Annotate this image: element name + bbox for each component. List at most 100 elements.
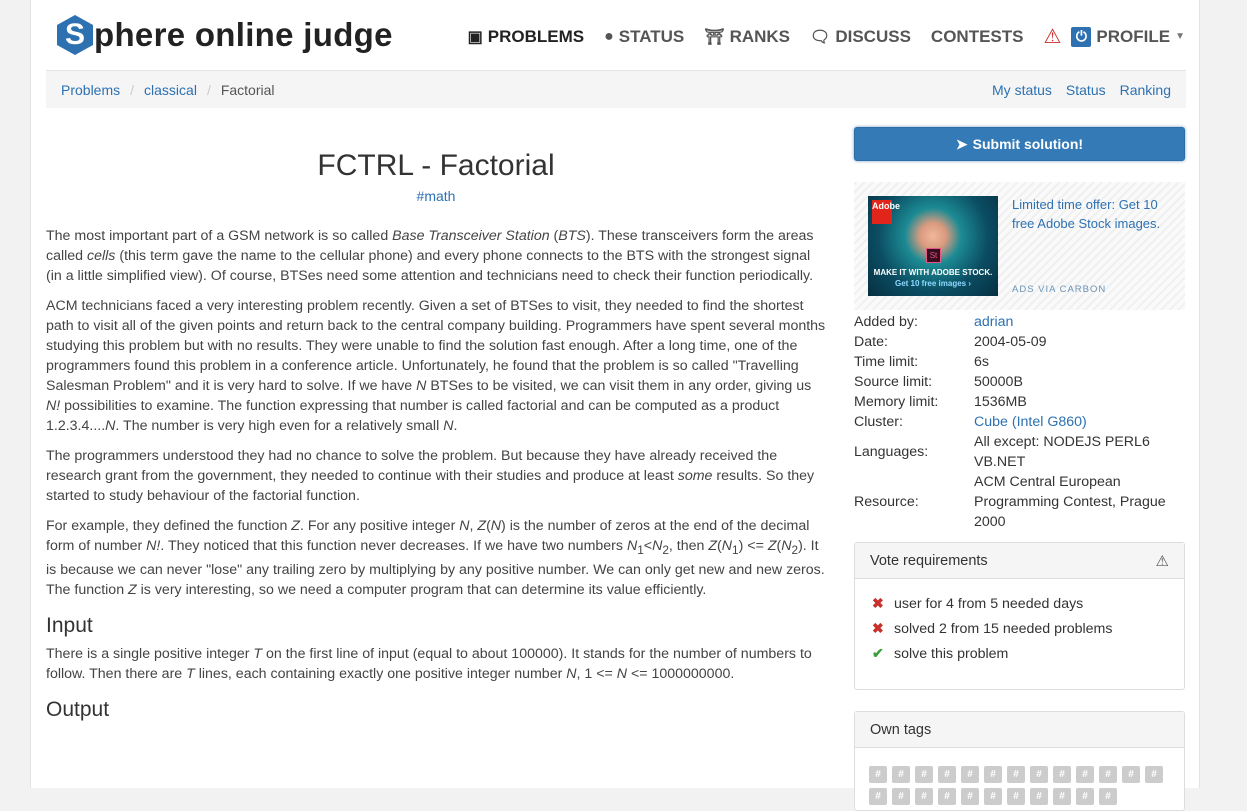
breadcrumb-problems[interactable]: Problems xyxy=(61,82,120,98)
tag-chip[interactable]: # xyxy=(1053,766,1071,783)
nav-profile[interactable]: ⏻ PROFILE ▼ xyxy=(1071,26,1185,47)
ad-banner-line1: MAKE IT WITH ADOBE STOCK. xyxy=(873,268,993,277)
tag-chip[interactable]: # xyxy=(984,788,1002,805)
paper-plane-icon: ➤ xyxy=(955,135,968,152)
tag-chip[interactable]: # xyxy=(1030,766,1048,783)
ad-image[interactable]: Adobe St MAKE IT WITH ADOBE STOCK. Get 1… xyxy=(868,196,998,296)
tag-chip[interactable]: # xyxy=(915,766,933,783)
breadcrumb-current: Factorial xyxy=(220,81,275,98)
tag-chip[interactable]: # xyxy=(1076,788,1094,805)
info-memory-limit: Memory limit: 1536MB xyxy=(854,394,1027,410)
ad-text-link[interactable]: Limited time offer: Get 10 free Adobe St… xyxy=(1012,195,1177,233)
own-tags-grid: # # # # # # # # # # # # # # # # # # # # xyxy=(855,748,1184,805)
info-source-limit: Source limit: 50000B xyxy=(854,374,1023,390)
nav-status[interactable]: ● STATUS xyxy=(604,27,684,47)
paragraph-3: The programmers understood they had no c… xyxy=(46,448,815,504)
tag-chip[interactable]: # xyxy=(1099,788,1117,805)
caret-down-icon: ▼ xyxy=(1175,31,1185,42)
vote-requirement: ✖ solved 2 from 15 needed problems xyxy=(872,620,1113,637)
ads-via-carbon-link[interactable]: ADS VIA CARBON xyxy=(1012,284,1106,295)
tag-chip[interactable]: # xyxy=(1122,766,1140,783)
tag-chip[interactable]: # xyxy=(869,788,887,805)
warning-icon[interactable]: ⚠ xyxy=(1043,24,1061,49)
submit-label: Submit solution! xyxy=(972,136,1084,152)
my-status-link[interactable]: My status xyxy=(992,82,1052,98)
circle-icon: ● xyxy=(604,27,614,45)
nav-discuss[interactable]: 🗨 DISCUSS xyxy=(810,27,911,47)
breadcrumb-links: My status Status Ranking xyxy=(978,82,1171,98)
vote-requirement: ✖ user for 4 from 5 needed days xyxy=(872,595,1084,612)
tag-chip[interactable]: # xyxy=(984,766,1002,783)
info-time-limit: Time limit: 6s xyxy=(854,354,989,370)
own-tags-header: Own tags xyxy=(855,712,1184,748)
info-added-by: Added by: adrian xyxy=(854,312,1014,332)
ad-brand-logo: Adobe xyxy=(872,200,900,224)
tag-chip[interactable]: # xyxy=(892,788,910,805)
tag-chip[interactable]: # xyxy=(1053,788,1071,805)
nav-ranks[interactable]: ⛩ RANKS xyxy=(704,27,790,47)
vote-requirements-header: Vote requirements ⚠ xyxy=(855,543,1184,579)
cross-icon: ✖ xyxy=(872,595,884,611)
breadcrumb-separator: / xyxy=(130,81,135,98)
check-icon: ✔ xyxy=(872,645,884,661)
sidebar: ➤ Submit solution! Adobe St MAKE IT WITH… xyxy=(854,127,1185,811)
tag-chip[interactable]: # xyxy=(1007,766,1025,783)
tag-chip[interactable]: # xyxy=(938,766,956,783)
paragraph-1: The most important part of a GSM network… xyxy=(46,228,814,284)
cluster-link[interactable]: Cube (Intel G860) xyxy=(974,412,1087,432)
tag-chip[interactable]: # xyxy=(1099,766,1117,783)
ad-stock-badge: St xyxy=(926,248,941,263)
tag-chip[interactable]: # xyxy=(961,788,979,805)
paragraph-2: ACM technicians faced a very interesting… xyxy=(46,298,826,434)
problem-title: FCTRL - Factorial xyxy=(317,149,555,182)
vote-requirements-list: ✖ user for 4 from 5 needed days ✖ solved… xyxy=(855,579,1184,678)
trophy-icon: ⛩ xyxy=(704,28,725,46)
problem-content: FCTRL - Factorial #math The most importa… xyxy=(46,108,826,728)
input-heading: Input xyxy=(46,613,93,637)
tag-chip[interactable]: # xyxy=(869,766,887,783)
chat-icon: 🗨 xyxy=(810,28,831,46)
nav-problems[interactable]: ▣ PROBLEMS xyxy=(468,27,584,47)
tag-chip[interactable]: # xyxy=(938,788,956,805)
nav-problems-label: PROBLEMS xyxy=(487,26,585,46)
tag-chip[interactable]: # xyxy=(1030,788,1048,805)
nav-contests-label: CONTESTS xyxy=(930,26,1024,46)
breadcrumb: Problems / classical / Factorial My stat… xyxy=(46,71,1186,108)
logo[interactable]: S phere online judge xyxy=(57,15,393,55)
carbon-ad: Adobe St MAKE IT WITH ADOBE STOCK. Get 1… xyxy=(854,182,1185,310)
main-nav: ▣ PROBLEMS ● STATUS ⛩ RANKS 🗨 DISCUSS CO… xyxy=(448,24,1185,49)
ad-banner-line2: Get 10 free images › xyxy=(894,279,972,288)
info-cluster: Cluster: Cube (Intel G860) xyxy=(854,412,1087,432)
tag-chip[interactable]: # xyxy=(915,788,933,805)
breadcrumb-classical[interactable]: classical xyxy=(144,82,197,98)
info-date: Date: 2004-05-09 xyxy=(854,334,1047,350)
vote-requirements-panel: Vote requirements ⚠ ✖ user for 4 from 5 … xyxy=(854,542,1185,690)
logo-text: phere online judge xyxy=(94,16,393,53)
cross-icon: ✖ xyxy=(872,620,884,636)
ranking-link[interactable]: Ranking xyxy=(1120,82,1171,98)
tag-chip[interactable]: # xyxy=(892,766,910,783)
tag-chip[interactable]: # xyxy=(961,766,979,783)
nav-discuss-label: DISCUSS xyxy=(835,26,911,46)
power-icon: ⏻ xyxy=(1071,26,1092,47)
tag-chip[interactable]: # xyxy=(1007,788,1025,805)
tag-chip[interactable]: # xyxy=(1076,766,1094,783)
submit-solution-button[interactable]: ➤ Submit solution! xyxy=(854,127,1185,161)
warning-icon: ⚠ xyxy=(1155,552,1169,570)
breadcrumb-separator: / xyxy=(206,81,211,98)
nav-ranks-label: RANKS xyxy=(729,26,791,46)
tag-chip[interactable]: # xyxy=(1145,766,1163,783)
own-tags-panel: Own tags # # # # # # # # # # # # # # # #… xyxy=(854,711,1185,811)
problem-description: The most important part of a GSM network… xyxy=(46,226,826,720)
status-link[interactable]: Status xyxy=(1066,82,1106,98)
nav-profile-label: PROFILE xyxy=(1096,26,1171,46)
navbar: S phere online judge ▣ PROBLEMS ● STATUS… xyxy=(31,0,1201,70)
output-heading: Output xyxy=(46,697,110,721)
nav-contests[interactable]: CONTESTS xyxy=(931,27,1024,47)
problem-info: Added by: adrian Date: 2004-05-09 Time l… xyxy=(854,312,1185,532)
problem-tag[interactable]: #math xyxy=(46,188,826,204)
vote-requirement: ✔ solve this problem xyxy=(872,645,1009,662)
input-paragraph: There is a single positive integer T on … xyxy=(46,645,812,682)
logo-hex-icon: S xyxy=(57,15,93,55)
author-link[interactable]: adrian xyxy=(974,312,1013,332)
